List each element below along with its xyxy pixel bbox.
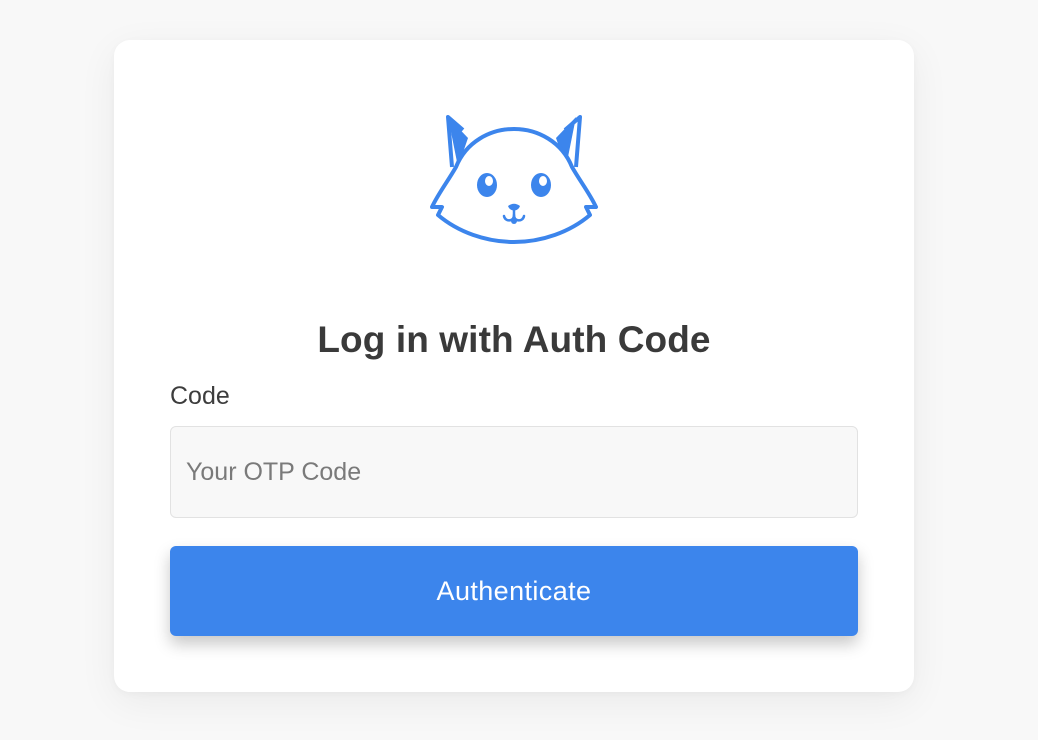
otp-code-input[interactable] [170,426,858,518]
login-card: Log in with Auth Code Code Authenticate [114,40,914,692]
cat-face-icon [430,115,598,244]
code-label: Code [170,382,230,410]
authenticate-button[interactable]: Authenticate [170,546,858,636]
page-title: Log in with Auth Code [317,318,711,360]
